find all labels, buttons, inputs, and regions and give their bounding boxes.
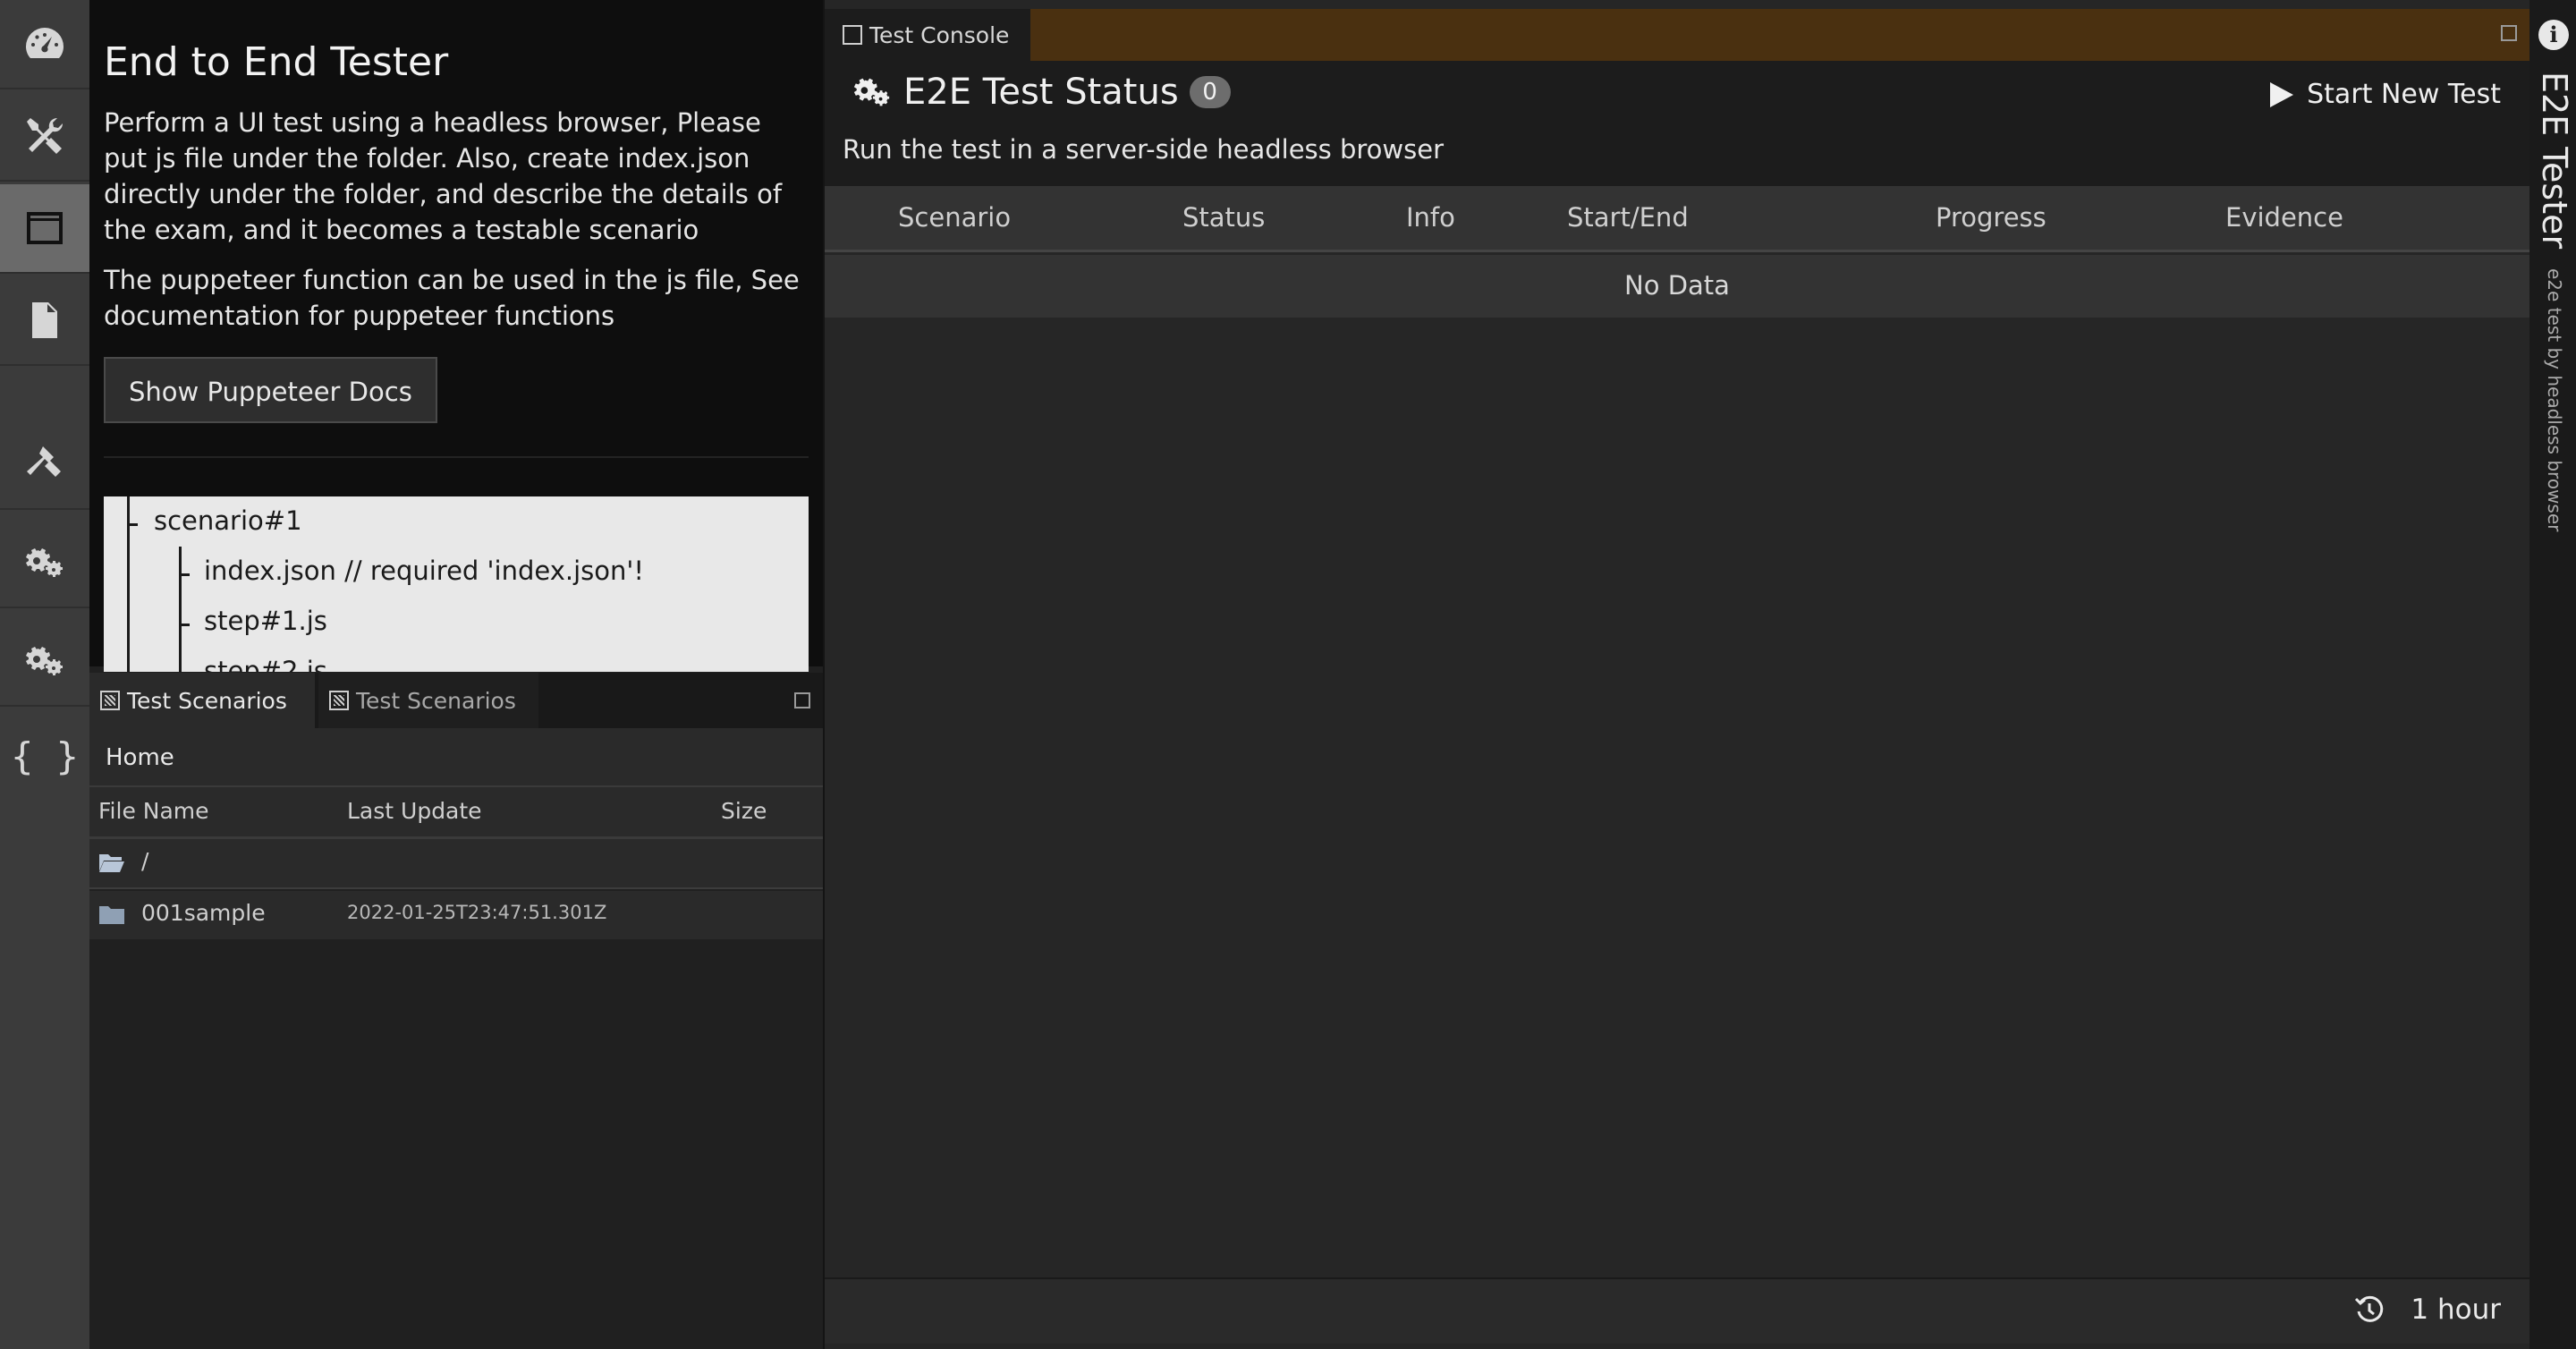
window-icon — [27, 212, 63, 244]
table-row[interactable]: / — [89, 839, 823, 889]
empty-state: No Data — [825, 255, 2529, 318]
maximize-icon[interactable] — [794, 692, 810, 708]
tree-line: step#2.js — [204, 656, 327, 672]
code-braces-icon: { } — [11, 734, 79, 778]
console-title: E2E Test Status 0 — [852, 72, 1231, 113]
description-text: Perform a UI test using a headless brows… — [104, 107, 783, 245]
left-panel: End to End Tester Perform a UI test usin… — [89, 0, 823, 1349]
info-icon[interactable]: i — [2538, 20, 2569, 50]
status-table-header: Scenario Status Info Start/End Progress … — [825, 186, 2529, 252]
rail-item-code[interactable]: { } — [0, 711, 89, 801]
history-icon — [2355, 1295, 2384, 1322]
column-status[interactable]: Status — [1182, 202, 1265, 233]
folder-structure-example: scenario#1 index.json // required 'index… — [104, 496, 809, 672]
side-panel-title: E2E Tester — [2535, 72, 2574, 250]
console-tabbar: Test Console — [825, 9, 2529, 61]
puppeteer-note: The puppeteer function can be used in th… — [104, 265, 800, 331]
column-progress[interactable]: Progress — [1936, 202, 2046, 233]
file-icon — [32, 302, 57, 338]
panel-icon — [100, 691, 120, 710]
column-evidence[interactable]: Evidence — [2225, 202, 2343, 233]
column-scenario[interactable]: Scenario — [898, 202, 1011, 233]
breadcrumb[interactable]: Home — [89, 728, 823, 787]
gears-icon — [853, 78, 890, 106]
column-info[interactable]: Info — [1406, 202, 1455, 233]
console-footer: 1 hour — [825, 1277, 2529, 1344]
tools-icon — [27, 117, 64, 154]
tree-line: index.json // required 'index.json'! — [204, 556, 644, 586]
start-new-test-button[interactable]: Start New Test — [2267, 79, 2501, 110]
refresh-interval[interactable]: 1 hour — [2353, 1294, 2501, 1326]
rail-item-settings[interactable] — [0, 519, 89, 608]
rail-item-settings-2[interactable] — [0, 617, 89, 707]
show-puppeteer-docs-button[interactable]: Show Puppeteer Docs — [104, 357, 437, 423]
rail-item-dashboard[interactable] — [0, 0, 89, 89]
status-count-badge: 0 — [1189, 76, 1231, 108]
folder-icon — [99, 906, 124, 924]
test-console-panel: Test Console E2E Test Status 0 Start New… — [825, 0, 2529, 1349]
maximize-icon[interactable] — [2501, 25, 2517, 41]
folder-open-icon — [99, 854, 124, 872]
play-icon — [2270, 81, 2294, 107]
icon-rail: { } — [0, 0, 89, 1349]
rail-item-window[interactable] — [0, 184, 89, 274]
rail-item-file[interactable] — [0, 276, 89, 366]
gears-icon — [26, 548, 63, 577]
tree-line: scenario#1 — [154, 505, 302, 536]
column-start-end[interactable]: Start/End — [1567, 202, 1689, 233]
column-last-update[interactable]: Last Update — [347, 798, 482, 824]
rail-item-tools[interactable] — [0, 92, 89, 182]
column-size[interactable]: Size — [721, 798, 767, 824]
column-file-name[interactable]: File Name — [98, 798, 209, 824]
side-panel-subtitle: e2e test by headless browser — [2544, 268, 2565, 532]
dashboard-icon — [26, 28, 64, 58]
page-title: End to End Tester — [104, 39, 449, 85]
console-header: E2E Test Status 0 Start New Test — [825, 61, 2529, 125]
console-subtitle: Run the test in a server-side headless b… — [825, 125, 2529, 186]
file-table-header: File Name Last Update Size — [89, 787, 823, 839]
tab-test-scenarios[interactable]: Test Scenarios — [89, 673, 315, 728]
file-browser-tabbar: Test Scenarios Test Scenarios — [89, 673, 823, 728]
gears-icon — [26, 647, 63, 675]
table-row[interactable]: 001sample 2022-01-25T23:47:51.301Z — [89, 891, 823, 939]
rail-item-hammer[interactable] — [0, 420, 89, 510]
tab-test-scenarios-2[interactable]: Test Scenarios — [318, 673, 538, 728]
tree-line: step#1.js — [204, 606, 327, 636]
tab-test-console[interactable]: Test Console — [825, 9, 1030, 61]
hammer-icon — [27, 446, 61, 477]
panel-icon — [843, 25, 862, 45]
panel-icon — [329, 691, 349, 710]
divider — [104, 456, 809, 458]
